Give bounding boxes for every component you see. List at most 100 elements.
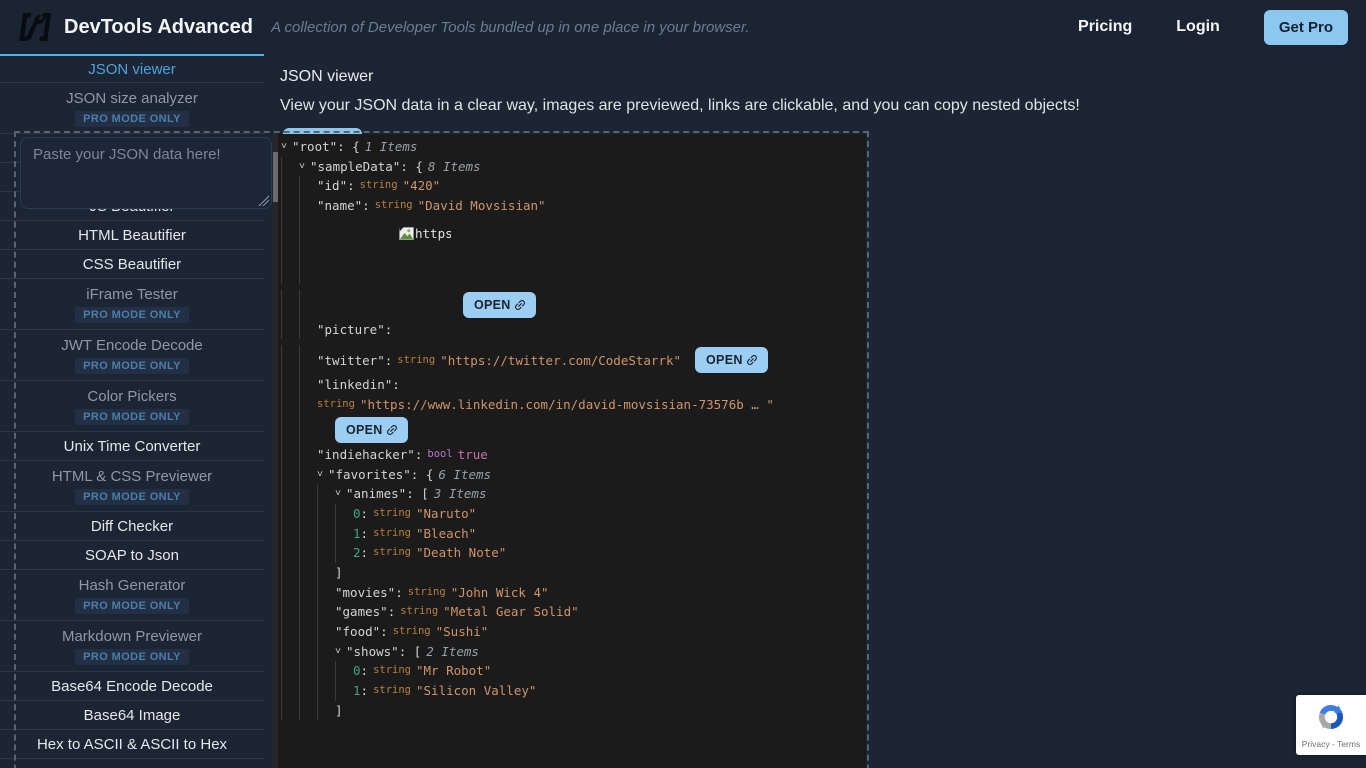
open-link-label: OPEN xyxy=(346,423,383,437)
collapse-arrow-icon[interactable]: ˅ xyxy=(335,642,346,662)
tree-token-tag: string xyxy=(360,176,398,196)
indent-guide xyxy=(317,681,335,701)
indent-guide xyxy=(317,602,335,622)
tree-token-punct: : xyxy=(395,583,403,603)
tree-token-str: "Naruto" xyxy=(416,504,476,524)
tree-token-str: "Sushi" xyxy=(436,622,489,642)
link-icon xyxy=(745,353,759,367)
tree-row: "picture": xyxy=(281,320,866,340)
broken-image-preview[interactable]: https://i.imgur xyxy=(399,224,451,276)
tree-token-str: "David Movsisian" xyxy=(418,196,546,216)
indent-guide xyxy=(281,196,299,216)
tree-token-items: 8 Items xyxy=(428,157,481,177)
tree-token-tag: string xyxy=(317,395,355,415)
open-link-label: OPEN xyxy=(706,353,743,367)
indent-guide xyxy=(317,661,335,681)
indent-guide xyxy=(281,642,299,662)
tree-row: ˅"favorites": {6 Items xyxy=(281,465,866,485)
json-input[interactable] xyxy=(20,137,272,209)
indent-guide xyxy=(299,661,317,681)
tree-token-str[interactable]: "https://www.linkedin.com/in/david-movsi… xyxy=(360,395,774,415)
pricing-link[interactable]: Pricing xyxy=(1078,18,1132,36)
indent-guide xyxy=(317,504,335,524)
tree-token-punct: : [ xyxy=(406,484,429,504)
indent-guide xyxy=(299,524,317,544)
tree-token-str[interactable]: "https://twitter.com/CodeStarrk" xyxy=(440,351,681,371)
tree-token-tag: string xyxy=(373,681,411,701)
tree-row: https://i.imgur xyxy=(281,216,866,284)
indent-guide xyxy=(317,701,335,721)
tree-token-items: 3 Items xyxy=(434,484,487,504)
tree-token-punct: : { xyxy=(400,157,423,177)
page-description: View your JSON data in a clear way, imag… xyxy=(280,94,1125,118)
tree-row: 1:string"Bleach" xyxy=(281,524,866,544)
tree-row: 2:string"Death Note" xyxy=(281,543,866,563)
indent-guide xyxy=(281,661,299,681)
tree-token-items: 2 Items xyxy=(426,642,479,662)
indent-guide xyxy=(299,415,317,445)
indent-guide xyxy=(299,504,317,524)
recaptcha-privacy-terms[interactable]: Privacy - Terms xyxy=(1302,739,1360,749)
login-link[interactable]: Login xyxy=(1176,18,1220,36)
collapse-arrow-icon[interactable]: ˅ xyxy=(335,484,346,504)
tree-token-tag: string xyxy=(373,504,411,524)
sidebar-item[interactable]: JSON size analyzerPRO MODE ONLY xyxy=(0,83,264,134)
tree-row: "name":string"David Movsisian" xyxy=(281,196,866,216)
recaptcha-badge[interactable]: Privacy - Terms xyxy=(1296,695,1366,755)
tree-token-tag: string xyxy=(400,602,438,622)
tree-token-punct: : xyxy=(385,320,393,340)
indent-guide xyxy=(281,216,299,284)
indent-guide xyxy=(335,524,353,544)
indent-guide xyxy=(299,681,317,701)
sidebar-item-label: JSON size analyzer xyxy=(66,90,198,107)
tree-token-items: 6 Items xyxy=(438,465,491,485)
sidebar-item-label: JSON viewer xyxy=(88,61,176,78)
tree-row: string"https://www.linkedin.com/in/david… xyxy=(281,395,866,415)
tree-token-key: "favorites" xyxy=(328,465,411,485)
tree-token-key: "root" xyxy=(292,137,337,157)
indent-guide xyxy=(281,345,299,375)
collapse-arrow-icon[interactable]: ˅ xyxy=(299,157,310,177)
tree-token-key: "sampleData" xyxy=(310,157,400,177)
sidebar-item[interactable]: JSON viewer xyxy=(0,54,264,83)
tree-token-punct: : { xyxy=(337,137,360,157)
tree-token-idx: 1 xyxy=(353,681,361,701)
indent-guide xyxy=(281,484,299,504)
link-icon xyxy=(385,423,399,437)
tree-row: "linkedin": xyxy=(281,375,866,395)
indent-guide xyxy=(281,445,299,465)
tree-token-key: "food" xyxy=(335,622,380,642)
indent-guide xyxy=(281,465,299,485)
indent-guide xyxy=(281,157,299,177)
collapse-arrow-icon[interactable]: ˅ xyxy=(281,137,292,157)
tree-token-punct: : xyxy=(361,661,369,681)
tree-row: ˅"root": {1 Items xyxy=(281,137,866,157)
open-link-button[interactable]: OPEN xyxy=(695,347,768,373)
indent-guide xyxy=(317,543,335,563)
tree-token-idx: 0 xyxy=(353,504,361,524)
tree-token-punct: : xyxy=(361,543,369,563)
tree-token-tag: string xyxy=(373,524,411,544)
indent-guide xyxy=(317,642,335,662)
collapse-arrow-icon[interactable]: ˅ xyxy=(317,465,328,485)
tree-token-items: 1 Items xyxy=(365,137,418,157)
open-link-button[interactable]: OPEN xyxy=(463,292,536,318)
indent-guide xyxy=(335,543,353,563)
tree-token-key: "linkedin" xyxy=(317,375,392,395)
indent-guide xyxy=(299,622,317,642)
indent-guide xyxy=(281,543,299,563)
indent-guide xyxy=(299,701,317,721)
link-icon xyxy=(513,298,527,312)
get-pro-button[interactable]: Get Pro xyxy=(1264,10,1348,45)
tree-token-tag: string xyxy=(408,583,446,603)
indent-guide xyxy=(281,563,299,583)
indent-guide xyxy=(281,524,299,544)
open-link-button[interactable]: OPEN xyxy=(335,417,408,443)
tree-row: ˅"shows": [2 Items xyxy=(281,642,866,662)
tree-token-punct: : xyxy=(415,445,423,465)
app-header: DevTools Advanced A collection of Develo… xyxy=(0,0,1366,54)
json-tree: ˅"root": {1 Items˅"sampleData": {8 Items… xyxy=(278,137,866,768)
indent-guide xyxy=(299,176,317,196)
indent-guide xyxy=(299,290,317,320)
tree-row: "id":string"420" xyxy=(281,176,866,196)
